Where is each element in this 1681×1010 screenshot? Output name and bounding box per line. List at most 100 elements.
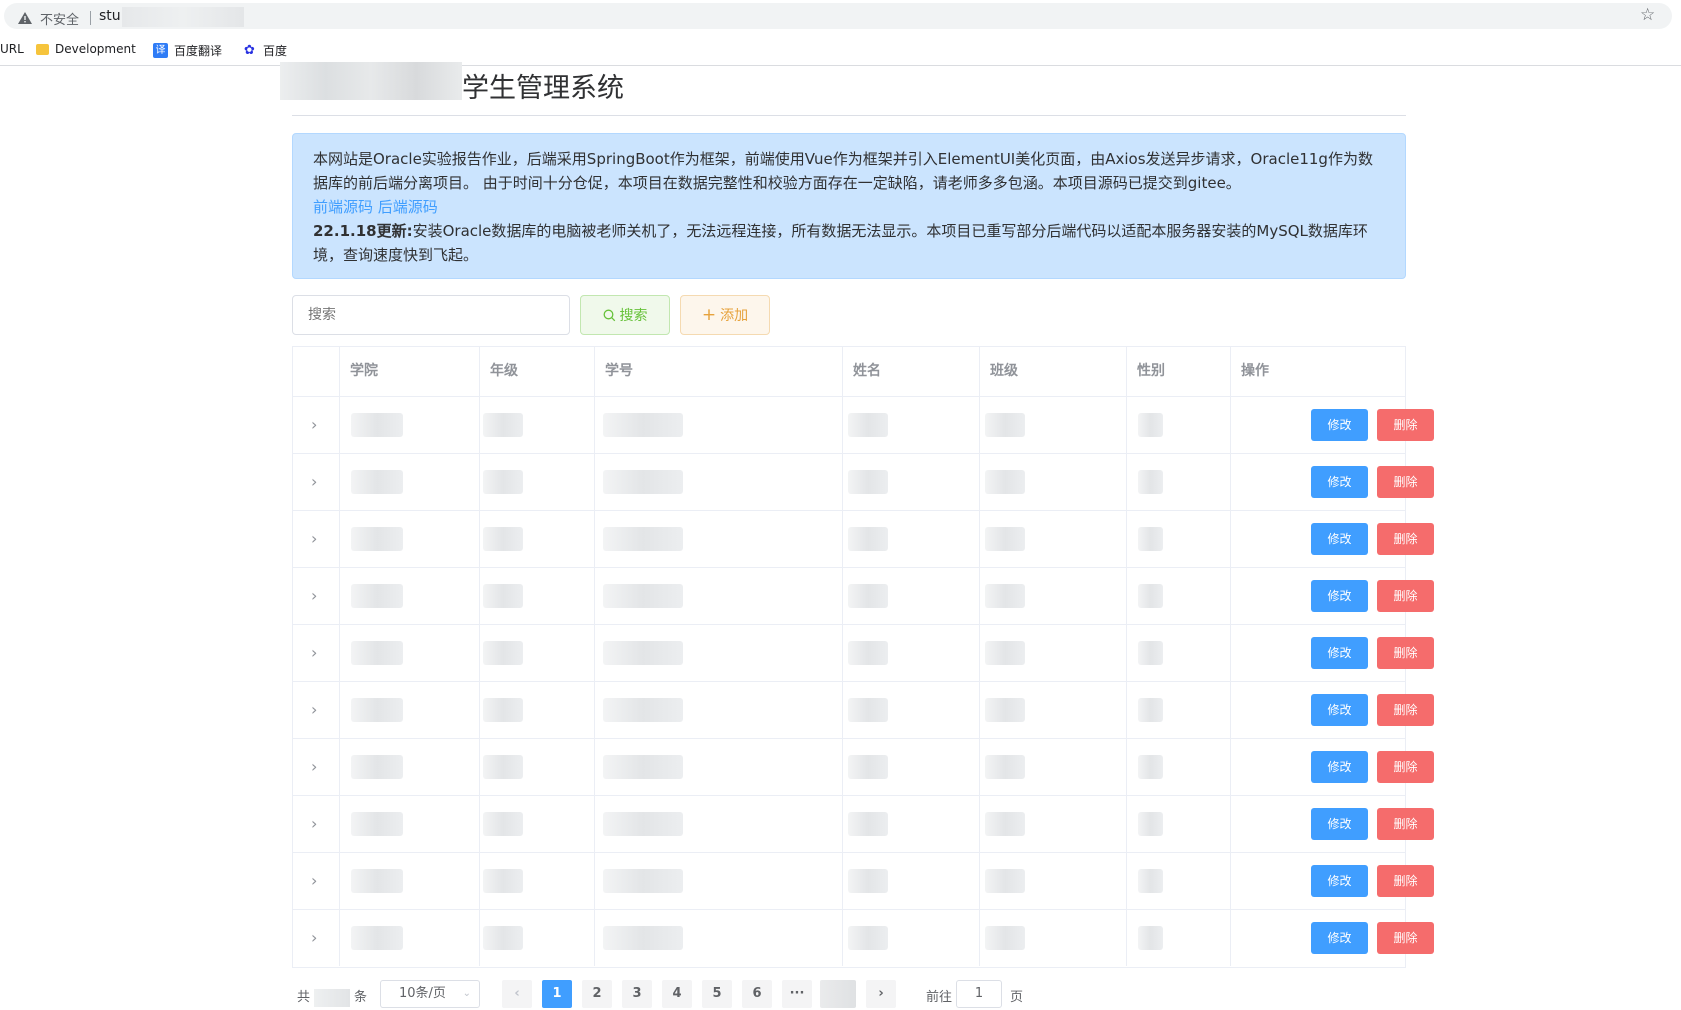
total-count: 共条 <box>297 986 367 1007</box>
edit-button[interactable]: 修改 <box>1311 580 1368 612</box>
table-row: › 修改 删除 <box>293 853 1434 910</box>
redacted-value <box>1138 812 1163 836</box>
delete-button[interactable]: 删除 <box>1377 523 1434 555</box>
bookmark-url[interactable]: URL <box>0 42 24 56</box>
delete-button[interactable]: 删除 <box>1377 808 1434 840</box>
edit-button[interactable]: 修改 <box>1311 637 1368 669</box>
redacted-value <box>985 413 1025 437</box>
redacted-value <box>985 812 1025 836</box>
delete-button[interactable]: 删除 <box>1377 637 1434 669</box>
bookmark-label: URL <box>0 42 24 56</box>
redacted-value <box>483 413 523 437</box>
chevron-right-icon[interactable]: › <box>311 871 317 890</box>
chevron-right-icon[interactable]: › <box>311 415 317 434</box>
page-size-value: 10条/页 <box>399 986 446 1001</box>
delete-button[interactable]: 删除 <box>1377 751 1434 783</box>
table-row: › 修改 删除 <box>293 910 1434 967</box>
table-row: › 修改 删除 <box>293 511 1434 568</box>
insecure-label[interactable]: 不安全 <box>40 9 79 28</box>
redacted-value <box>848 755 888 779</box>
redacted-value <box>848 470 888 494</box>
url-text[interactable]: stu <box>99 8 121 24</box>
expand-cell[interactable]: › <box>293 511 340 567</box>
column-header-actions: 操作 <box>1241 363 1269 379</box>
total-prefix: 共 <box>297 990 311 1005</box>
redacted-value <box>603 527 683 551</box>
delete-button[interactable]: 删除 <box>1377 409 1434 441</box>
delete-button[interactable]: 删除 <box>1377 694 1434 726</box>
chevron-right-icon[interactable]: › <box>311 586 317 605</box>
chevron-right-icon[interactable]: › <box>311 757 317 776</box>
bookmark-baidu[interactable]: ✿ 百度 <box>242 42 287 59</box>
redacted-value <box>985 926 1025 950</box>
total-suffix: 条 <box>354 990 368 1005</box>
edit-button[interactable]: 修改 <box>1311 409 1368 441</box>
edit-button[interactable]: 修改 <box>1311 751 1368 783</box>
redacted-value <box>603 869 683 893</box>
expand-cell[interactable]: › <box>293 397 340 453</box>
expand-cell[interactable]: › <box>293 739 340 795</box>
bookmark-label: 百度翻译 <box>174 44 223 58</box>
chevron-right-icon[interactable]: › <box>311 928 317 947</box>
notice-text: 本网站是Oracle实验报告作业，后端采用SpringBoot作为框架，前端使用… <box>313 150 1373 192</box>
chevron-right-icon[interactable]: › <box>311 643 317 662</box>
search-button[interactable]: 搜索 <box>580 295 670 335</box>
delete-button[interactable]: 删除 <box>1377 865 1434 897</box>
redacted-value <box>351 641 403 665</box>
chevron-down-icon: ⌄ <box>462 988 471 999</box>
delete-button[interactable]: 删除 <box>1377 466 1434 498</box>
expand-cell[interactable]: › <box>293 682 340 738</box>
expand-cell[interactable]: › <box>293 568 340 624</box>
redacted-value <box>848 584 888 608</box>
delete-button[interactable]: 删除 <box>1377 922 1434 954</box>
redacted-value <box>985 869 1025 893</box>
edit-button[interactable]: 修改 <box>1311 922 1368 954</box>
chevron-right-icon[interactable]: › <box>311 814 317 833</box>
update-label: 22.1.18更新: <box>313 222 413 240</box>
expand-cell[interactable]: › <box>293 796 340 852</box>
edit-button[interactable]: 修改 <box>1311 694 1368 726</box>
redacted-value <box>985 755 1025 779</box>
address-pill[interactable]: 不安全 stu <box>4 3 1672 29</box>
column-header-name: 姓名 <box>843 347 980 396</box>
bookmark-development[interactable]: Development <box>36 42 136 56</box>
add-button[interactable]: + 添加 <box>680 295 770 335</box>
redacted-value <box>985 584 1025 608</box>
expand-cell[interactable]: › <box>293 625 340 681</box>
update-note: 22.1.18更新:安装Oracle数据库的电脑被老师关机了，无法远程连接，所有… <box>313 219 1385 267</box>
bookmark-baidu-translate[interactable]: 译 百度翻译 <box>153 42 222 59</box>
chevron-right-icon[interactable]: › <box>311 700 317 719</box>
chevron-right-icon[interactable]: › <box>311 529 317 548</box>
translate-icon: 译 <box>153 43 168 58</box>
redacted-value <box>603 698 683 722</box>
folder-icon <box>36 43 49 55</box>
redacted-value <box>603 413 683 437</box>
expand-cell[interactable]: › <box>293 853 340 909</box>
title-redacted <box>280 62 462 100</box>
redacted-value <box>603 641 683 665</box>
redacted-value <box>1138 698 1163 722</box>
bookmark-star-icon[interactable]: ☆ <box>1640 5 1655 25</box>
plus-icon: + <box>701 304 717 325</box>
column-header-student-id: 学号 <box>595 347 843 396</box>
backend-source-link[interactable]: 后端源码 <box>378 198 438 216</box>
expand-cell[interactable]: › <box>293 454 340 510</box>
frontend-source-link[interactable]: 前端源码 <box>313 198 373 216</box>
redacted-value <box>603 755 683 779</box>
table-row: › 修改 删除 <box>293 682 1434 739</box>
edit-button[interactable]: 修改 <box>1311 523 1368 555</box>
update-text: 安装Oracle数据库的电脑被老师关机了，无法远程连接，所有数据无法显示。本项目… <box>313 222 1368 264</box>
chevron-right-icon[interactable]: › <box>311 472 317 491</box>
expand-cell[interactable]: › <box>293 910 340 966</box>
url-redacted <box>122 7 244 27</box>
edit-button[interactable]: 修改 <box>1311 808 1368 840</box>
pagination: 共条 10条/页 ⌄ ‹ 1 2 3 4 5 6 ··· › 前往 1 页 <box>292 980 1052 1010</box>
title-divider <box>292 115 1406 116</box>
edit-button[interactable]: 修改 <box>1311 466 1368 498</box>
table-row: › 修改 删除 <box>293 796 1434 853</box>
edit-button[interactable]: 修改 <box>1311 865 1368 897</box>
redacted-value <box>848 527 888 551</box>
delete-button[interactable]: 删除 <box>1377 580 1434 612</box>
student-table: 学院 年级 学号 姓名 班级 性别 操作 › 修改 删除 › 修改 删除 › 修改 删除 › 修改删… <box>292 346 1434 968</box>
search-input[interactable] <box>292 295 570 335</box>
